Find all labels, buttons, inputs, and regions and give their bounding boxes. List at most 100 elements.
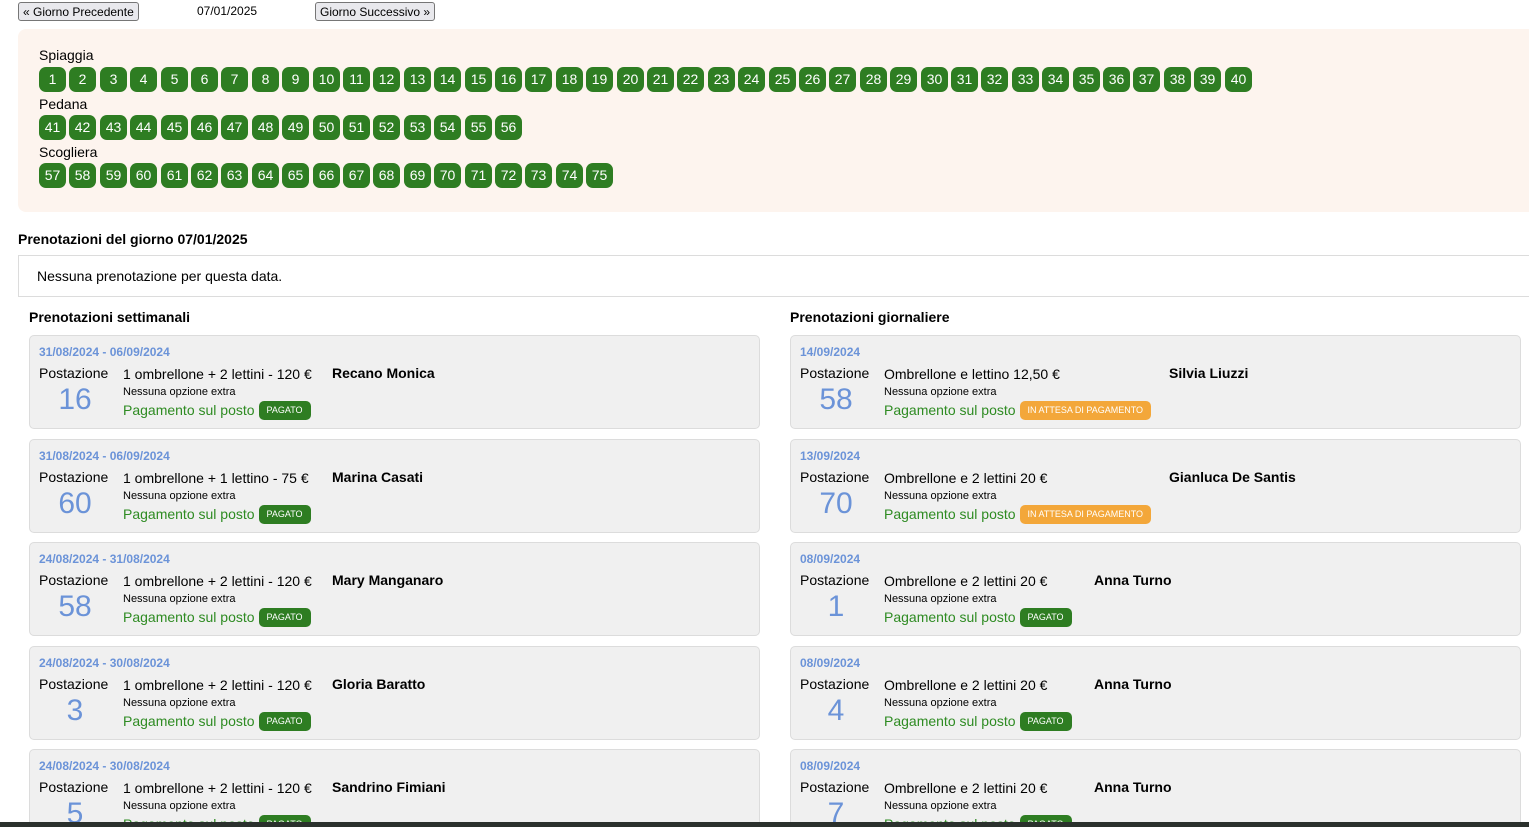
spot-button[interactable]: 10 (313, 67, 340, 92)
spot-button[interactable]: 18 (556, 67, 583, 92)
booking-card[interactable]: 31/08/2024 - 06/09/2024 Postazione 60 1 omb… (29, 439, 760, 533)
spot-button[interactable]: 71 (465, 163, 492, 188)
spot-button[interactable]: 19 (586, 67, 613, 92)
spot-button[interactable]: 68 (373, 163, 400, 188)
spot-button[interactable]: 30 (921, 67, 948, 92)
spot-button[interactable]: 54 (434, 115, 461, 140)
spot-button[interactable]: 23 (708, 67, 735, 92)
spot-button[interactable]: 17 (525, 67, 552, 92)
spot-button[interactable]: 15 (465, 67, 492, 92)
spot-button[interactable]: 50 (313, 115, 340, 140)
spot-button[interactable]: 24 (738, 67, 765, 92)
spot-button[interactable]: 22 (677, 67, 704, 92)
spot-button[interactable]: 58 (69, 163, 96, 188)
booking-description: Ombrellone e 2 lettini 20 € (884, 470, 1048, 486)
booking-card[interactable]: 14/09/2024 Postazione 58 Ombrellone e letti… (790, 335, 1521, 429)
booking-card[interactable]: 13/09/2024 Postazione 70 Ombrellone e 2 let… (790, 439, 1521, 533)
booking-card[interactable]: 24/08/2024 - 31/08/2024 Postazione 58 1 omb… (29, 542, 760, 636)
booking-card[interactable]: 31/08/2024 - 06/09/2024 Postazione 16 1 omb… (29, 335, 760, 429)
spot-button[interactable]: 13 (404, 67, 431, 92)
spot-button[interactable]: 39 (1194, 67, 1221, 92)
booking-card[interactable]: 08/09/2024 Postazione 4 Ombrellone e 2 lett… (790, 646, 1521, 740)
next-day-button[interactable]: Giorno Successivo » (315, 2, 436, 21)
payment-status-badge: IN ATTESA DI PAGAMENTO (1019, 505, 1152, 524)
spot-button[interactable]: 21 (647, 67, 674, 92)
booking-card[interactable]: 24/08/2024 - 30/08/2024 Postazione 3 1 ombr… (29, 646, 760, 740)
spot-button[interactable]: 40 (1225, 67, 1252, 92)
spot-button[interactable]: 31 (951, 67, 978, 92)
payment-status-badge: PAGATO (258, 505, 311, 524)
spot-button[interactable]: 11 (343, 67, 370, 92)
booking-dates: 24/08/2024 - 31/08/2024 (39, 552, 170, 566)
spot-button[interactable]: 64 (252, 163, 279, 188)
spot-button[interactable]: 69 (404, 163, 431, 188)
spot-button[interactable]: 75 (586, 163, 613, 188)
spot-button[interactable]: 72 (495, 163, 522, 188)
spot-button[interactable]: 33 (1012, 67, 1039, 92)
spot-button[interactable]: 73 (525, 163, 552, 188)
spot-button[interactable]: 63 (221, 163, 248, 188)
payment-label: Pagamento sul posto (884, 713, 1016, 730)
spot-button[interactable]: 27 (829, 67, 856, 92)
spot-button[interactable]: 6 (191, 67, 218, 92)
spot-button[interactable]: 2 (69, 67, 96, 92)
spot-button[interactable]: 38 (1164, 67, 1191, 92)
spot-button[interactable]: 7 (221, 67, 248, 92)
spot-button[interactable]: 48 (252, 115, 279, 140)
spot-button[interactable]: 35 (1073, 67, 1100, 92)
spot-button[interactable]: 66 (313, 163, 340, 188)
spot-button[interactable]: 43 (100, 115, 127, 140)
spot-button[interactable]: 16 (495, 67, 522, 92)
booking-card[interactable]: 08/09/2024 Postazione 7 Ombrellone e 2 lett… (790, 749, 1521, 827)
payment-status-badge: PAGATO (1019, 608, 1072, 627)
spot-button[interactable]: 12 (373, 67, 400, 92)
spot-button[interactable]: 14 (434, 67, 461, 92)
customer-name: Anna Turno (1094, 572, 1172, 588)
spot-button[interactable]: 1 (39, 67, 66, 92)
customer-name: Silvia Liuzzi (1169, 365, 1249, 381)
spot-button[interactable]: 36 (1103, 67, 1130, 92)
postazione-number: 3 (66, 694, 84, 727)
spot-button[interactable]: 62 (191, 163, 218, 188)
spot-button[interactable]: 37 (1133, 67, 1160, 92)
spot-button[interactable]: 32 (981, 67, 1008, 92)
payment-status-badge: PAGATO (258, 401, 311, 420)
spot-button[interactable]: 56 (495, 115, 522, 140)
spot-button[interactable]: 5 (161, 67, 188, 92)
spot-button[interactable]: 25 (769, 67, 796, 92)
spot-button[interactable]: 8 (252, 67, 279, 92)
extra-options: Nessuna opzione extra (884, 800, 997, 812)
spot-button[interactable]: 4 (130, 67, 157, 92)
daily-bookings-title: Prenotazioni giornaliere (790, 309, 950, 325)
spot-button[interactable]: 34 (1042, 67, 1069, 92)
booking-card[interactable]: 08/09/2024 Postazione 1 Ombrellone e 2 lett… (790, 542, 1521, 636)
spot-button[interactable]: 59 (100, 163, 127, 188)
spot-button[interactable]: 74 (556, 163, 583, 188)
spot-button[interactable]: 53 (404, 115, 431, 140)
spot-button[interactable]: 67 (343, 163, 370, 188)
spot-button[interactable]: 42 (69, 115, 96, 140)
spot-button[interactable]: 26 (799, 67, 826, 92)
spot-button[interactable]: 70 (434, 163, 461, 188)
spot-button[interactable]: 20 (617, 67, 644, 92)
spot-button[interactable]: 46 (191, 115, 218, 140)
spot-button[interactable]: 61 (161, 163, 188, 188)
spot-button[interactable]: 60 (130, 163, 157, 188)
spot-button[interactable]: 57 (39, 163, 66, 188)
spot-button[interactable]: 44 (130, 115, 157, 140)
spot-button[interactable]: 45 (161, 115, 188, 140)
spot-button[interactable]: 52 (373, 115, 400, 140)
spot-button[interactable]: 41 (39, 115, 66, 140)
spot-button[interactable]: 49 (282, 115, 309, 140)
spot-button[interactable]: 65 (282, 163, 309, 188)
spot-button[interactable]: 29 (890, 67, 917, 92)
booking-card[interactable]: 24/08/2024 - 30/08/2024 Postazione 5 1 ombr… (29, 749, 760, 827)
spot-button[interactable]: 55 (465, 115, 492, 140)
customer-name: Gloria Baratto (332, 676, 426, 692)
previous-day-button[interactable]: « Giorno Precedente (18, 2, 139, 21)
spot-button[interactable]: 51 (343, 115, 370, 140)
spot-button[interactable]: 28 (860, 67, 887, 92)
spot-button[interactable]: 3 (100, 67, 127, 92)
spot-button[interactable]: 47 (221, 115, 248, 140)
spot-button[interactable]: 9 (282, 67, 309, 92)
